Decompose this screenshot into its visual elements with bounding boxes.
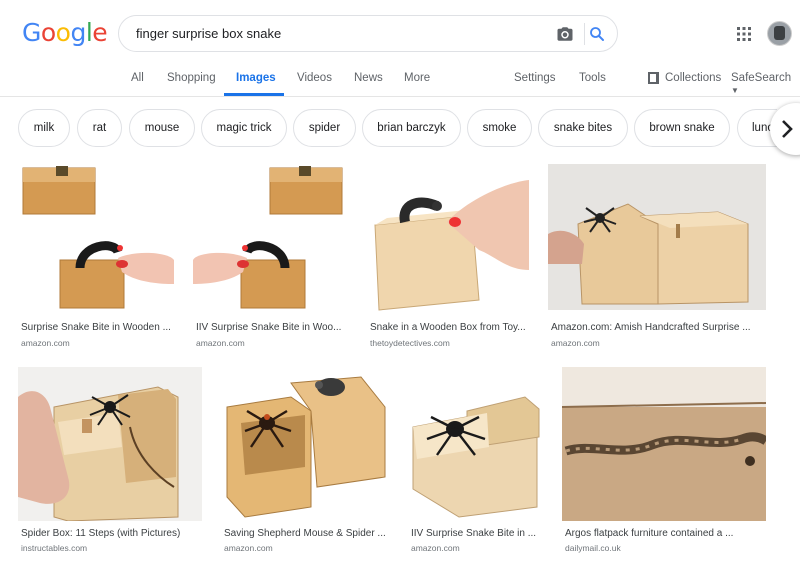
tab-images[interactable]: Images (236, 72, 276, 84)
chip[interactable]: magic trick (201, 109, 287, 147)
result-source: thetoydetectives.com (370, 338, 450, 348)
caret-down-icon: ▼ (731, 86, 739, 95)
tab-more[interactable]: More (404, 72, 430, 84)
chip[interactable]: brown snake (634, 109, 730, 147)
result-source: amazon.com (551, 338, 600, 348)
chip[interactable]: milk (18, 109, 70, 147)
result-title[interactable]: Surprise Snake Bite in Wooden ... (21, 322, 171, 333)
result-title[interactable]: Argos flatpack furniture contained a ... (565, 528, 733, 539)
result-thumbnail[interactable] (18, 367, 202, 521)
tab-news[interactable]: News (354, 72, 383, 84)
tools-link[interactable]: Tools (579, 72, 606, 84)
safesearch-label: SafeSearch (731, 72, 792, 84)
result-thumbnail[interactable] (407, 367, 543, 521)
collections-icon[interactable] (648, 72, 659, 84)
result-source: amazon.com (411, 543, 460, 553)
result-source: amazon.com (224, 543, 273, 553)
search-tabs: All Shopping Images Videos News More Set… (0, 0, 800, 97)
result-source: instructables.com (21, 543, 88, 553)
tab-all[interactable]: All (131, 72, 144, 84)
result-title[interactable]: IIV Surprise Snake Bite in Woo... (196, 322, 341, 333)
result-title[interactable]: Amazon.com: Amish Handcrafted Surprise .… (551, 322, 751, 333)
collections-link[interactable]: Collections (665, 72, 721, 84)
chip[interactable]: spider (293, 109, 356, 147)
result-source: dailymail.co.uk (565, 543, 621, 553)
result-source: amazon.com (196, 338, 245, 348)
result-thumbnail[interactable] (221, 367, 389, 521)
result-thumbnail[interactable] (193, 160, 349, 315)
chip[interactable]: snake bites (538, 109, 628, 147)
settings-link[interactable]: Settings (514, 72, 556, 84)
chevron-right-icon (782, 120, 793, 138)
chip[interactable]: rat (77, 109, 122, 147)
result-title[interactable]: Spider Box: 11 Steps (with Pictures) (21, 528, 180, 539)
result-source: amazon.com (21, 338, 70, 348)
chip[interactable]: smoke (467, 109, 532, 147)
safesearch-dropdown[interactable]: SafeSearch ▼ (731, 72, 800, 96)
tab-videos[interactable]: Videos (297, 72, 332, 84)
result-thumbnail[interactable] (367, 160, 529, 315)
header-divider (0, 96, 800, 97)
result-title[interactable]: IIV Surprise Snake Bite in ... (411, 528, 536, 539)
result-title[interactable]: Snake in a Wooden Box from Toy... (370, 322, 526, 333)
result-thumbnail[interactable] (548, 164, 766, 310)
chip[interactable]: brian barczyk (362, 109, 461, 147)
chip[interactable]: mouse (129, 109, 195, 147)
result-title[interactable]: Saving Shepherd Mouse & Spider ... (224, 528, 386, 539)
tab-shopping[interactable]: Shopping (167, 72, 216, 84)
result-thumbnail[interactable] (18, 160, 174, 315)
result-thumbnail[interactable] (562, 367, 766, 521)
